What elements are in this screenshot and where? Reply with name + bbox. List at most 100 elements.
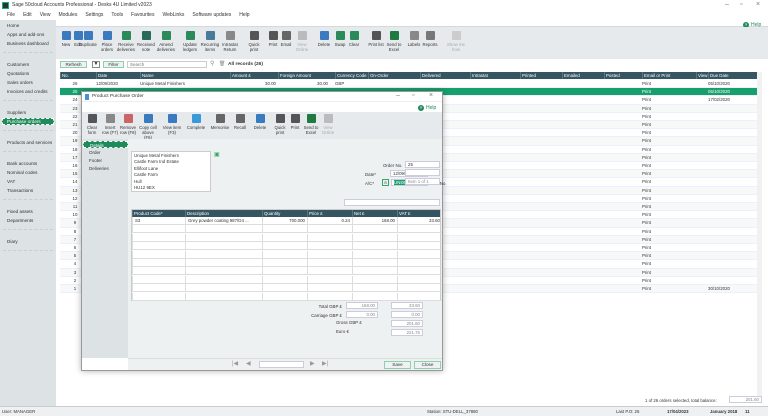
items-column-2[interactable]: Quantity xyxy=(262,210,280,217)
toolbar-place-orders-button[interactable]: Place orders xyxy=(97,31,117,52)
item-cell[interactable] xyxy=(352,292,397,300)
dialog-minimize-icon[interactable]: – xyxy=(396,92,400,99)
minimize-icon[interactable]: – xyxy=(725,1,729,8)
toolbar-quick-print-button[interactable]: Quick print xyxy=(244,31,264,52)
toolbar-intrastat-return-button[interactable]: Intrastat Return xyxy=(220,31,240,52)
item-cell[interactable] xyxy=(307,259,352,266)
item-cell[interactable] xyxy=(262,233,307,241)
item-cell[interactable] xyxy=(352,233,397,241)
column-header-7[interactable]: Delivered xyxy=(420,72,441,79)
item-cell[interactable] xyxy=(397,233,442,241)
item-row[interactable] xyxy=(132,250,442,259)
toolbar-amend-deliveries-button[interactable]: Amend deliveries xyxy=(156,31,176,52)
item-row[interactable] xyxy=(132,292,442,301)
item-cell[interactable]: S3 xyxy=(132,217,185,224)
toolbar-duplicate-button[interactable]: Duplicate xyxy=(78,31,98,47)
item-cell[interactable] xyxy=(185,275,262,283)
menu-item-settings[interactable]: Settings xyxy=(85,12,103,18)
item-cell[interactable] xyxy=(185,292,262,300)
column-header-6[interactable]: On-Order xyxy=(368,72,389,79)
dialog-close-icon[interactable]: × xyxy=(429,92,433,99)
item-cell[interactable] xyxy=(397,259,442,266)
first-record-icon[interactable]: |◀ xyxy=(232,360,238,367)
column-header-11[interactable]: Posted xyxy=(604,72,620,79)
item-cell[interactable] xyxy=(397,292,442,300)
item-cell[interactable] xyxy=(185,284,262,292)
dialog-delete-button[interactable]: Delete xyxy=(250,114,270,130)
item-cell[interactable]: 700.000 xyxy=(262,217,307,224)
close-icon[interactable]: × xyxy=(756,1,760,8)
item-cell[interactable] xyxy=(307,225,352,233)
column-header-0[interactable]: No. xyxy=(60,72,69,79)
sidebar-item-apps-and-add-ons[interactable]: Apps and add-ons xyxy=(7,32,44,37)
dialog-remove-row-f8-button[interactable]: Remove row (F8) xyxy=(118,114,138,135)
item-cell[interactable] xyxy=(307,233,352,241)
item-cell[interactable] xyxy=(262,284,307,292)
item-cell[interactable] xyxy=(185,250,262,258)
menu-item-edit[interactable]: Edit xyxy=(23,12,32,18)
sidebar-item-transactions[interactable]: Transactions xyxy=(7,188,33,193)
item-cell[interactable] xyxy=(132,259,185,266)
menu-item-modules[interactable]: Modules xyxy=(58,12,77,18)
item-row[interactable] xyxy=(132,284,442,293)
dialog-help-link[interactable]: ? Help xyxy=(418,105,436,111)
maximize-icon[interactable]: ▫ xyxy=(740,1,742,8)
item-cell[interactable] xyxy=(397,242,442,250)
sidebar-item-invoices-and-credits[interactable]: Invoices and credits xyxy=(7,89,48,94)
item-cell[interactable] xyxy=(307,292,352,300)
toolbar-receive-deliveries-button[interactable]: Receive deliveries xyxy=(116,31,136,52)
dialog-nav-order[interactable]: Order xyxy=(83,149,128,156)
last-record-icon[interactable]: ▶| xyxy=(322,360,328,367)
sidebar-item-bank-accounts[interactable]: Bank accounts xyxy=(7,161,37,166)
ref-field[interactable] xyxy=(405,169,440,176)
save-button[interactable]: Save xyxy=(384,361,411,369)
item-cell[interactable] xyxy=(352,267,397,275)
item-row[interactable] xyxy=(132,242,442,251)
search-icon[interactable]: ⚲ xyxy=(210,60,214,67)
dialog-view-item--f3-button[interactable]: View item (F3) xyxy=(162,114,182,135)
item-cell[interactable] xyxy=(262,250,307,258)
sidebar-item-quotations[interactable]: Quotations xyxy=(7,71,29,76)
item-cell[interactable]: 0.24 xyxy=(307,217,352,224)
items-column-1[interactable]: Description xyxy=(185,210,209,217)
sidebar-item-products-and-services[interactable]: Products and services xyxy=(7,140,52,145)
item-cell[interactable] xyxy=(132,225,185,233)
menu-item-file[interactable]: File xyxy=(7,12,15,18)
item-cell[interactable] xyxy=(262,259,307,266)
menu-item-favourites[interactable]: Favourites xyxy=(131,12,154,18)
toolbar-received-note-button[interactable]: Received note xyxy=(136,31,156,52)
item-cell[interactable] xyxy=(185,242,262,250)
address-book-icon[interactable]: ▣ xyxy=(214,151,220,158)
item-cell[interactable] xyxy=(132,284,185,292)
menu-item-tools[interactable]: Tools xyxy=(111,12,123,18)
column-header-1[interactable]: Date xyxy=(96,72,107,79)
item-cell[interactable] xyxy=(352,259,397,266)
item-cell[interactable]: 33.60 xyxy=(397,217,442,224)
item-cell[interactable] xyxy=(132,275,185,283)
dialog-maximize-icon[interactable]: ▫ xyxy=(412,92,414,99)
item-cell[interactable] xyxy=(397,225,442,233)
column-header-4[interactable]: Foreign Amount xyxy=(278,72,311,79)
item-cell[interactable] xyxy=(352,250,397,258)
item-cell[interactable] xyxy=(397,250,442,258)
toolbar-view-online-button[interactable]: View Online xyxy=(292,31,312,52)
sidebar-item-business-dashboard[interactable]: Business dashboard xyxy=(7,41,49,46)
item-cell[interactable] xyxy=(262,242,307,250)
item-cell[interactable] xyxy=(185,259,262,266)
search-input[interactable] xyxy=(127,61,207,68)
item-cell[interactable] xyxy=(397,284,442,292)
item-row[interactable] xyxy=(132,275,442,284)
dialog-clear-form-button[interactable]: Clear form xyxy=(82,114,102,135)
item-row[interactable] xyxy=(132,233,442,242)
item-cell[interactable] xyxy=(307,242,352,250)
item-row[interactable] xyxy=(132,225,442,234)
dialog-nav-footer[interactable]: Footer xyxy=(83,157,128,164)
item-cell[interactable] xyxy=(132,292,185,300)
record-field[interactable] xyxy=(259,361,304,368)
item-cell[interactable] xyxy=(307,284,352,292)
close-button[interactable]: Close xyxy=(414,361,441,369)
address-box[interactable]: Unique Metal Finishers Castle Farm Ind Es… xyxy=(131,151,211,192)
trash-icon[interactable]: 🗑 xyxy=(219,61,225,67)
sidebar-item-nominal-codes[interactable]: Nominal codes xyxy=(7,170,37,175)
menu-item-view[interactable]: View xyxy=(40,12,51,18)
